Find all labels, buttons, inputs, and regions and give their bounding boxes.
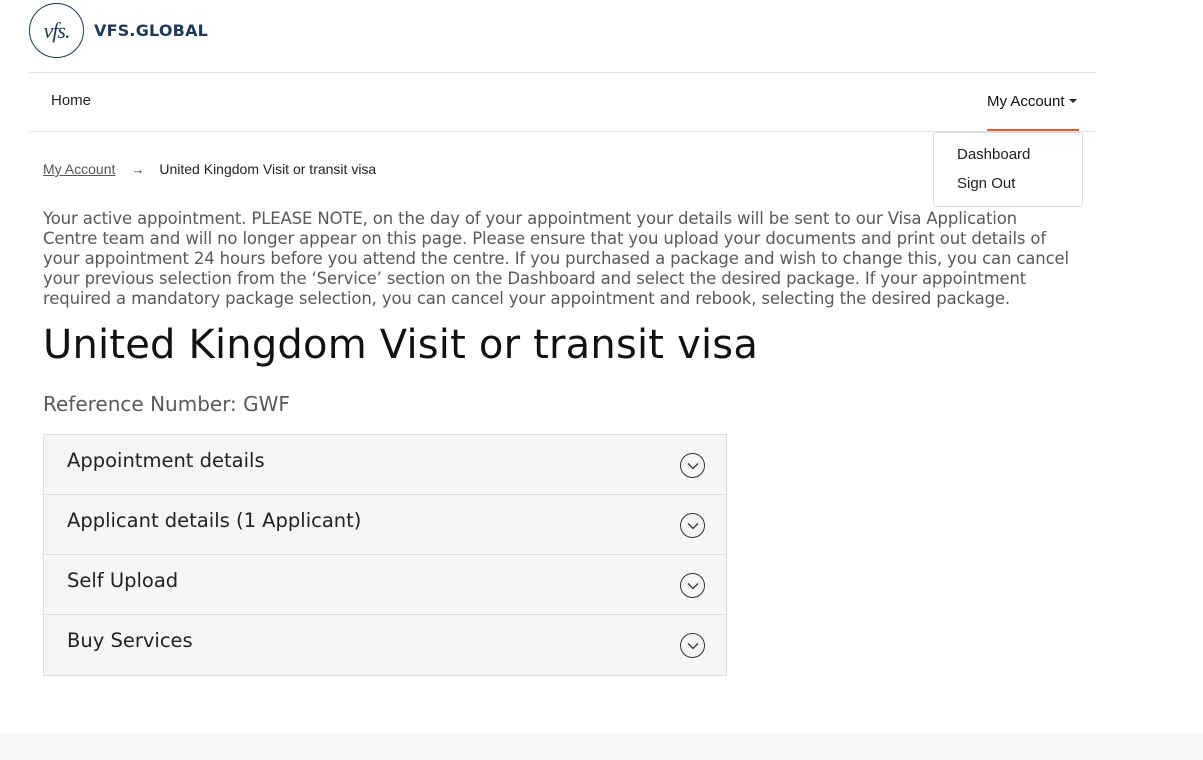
reference-number: Reference Number: GWF	[43, 392, 290, 416]
my-account-dropdown-toggle[interactable]: My Account	[987, 93, 1079, 131]
caret-down-icon	[1068, 99, 1077, 104]
breadcrumb-current: United Kingdom Visit or transit visa	[159, 161, 377, 177]
accordion-appointment-details[interactable]: Appointment details	[44, 435, 726, 495]
arrow-right-icon: →	[131, 161, 145, 177]
accordion-label: Appointment details	[67, 449, 265, 472]
appointment-accordion: Appointment details Applicant details (1…	[43, 434, 727, 676]
accordion-label: Buy Services	[67, 629, 193, 652]
breadcrumb-my-account-link[interactable]: My Account	[43, 161, 115, 177]
account-dropdown-menu: Dashboard Sign Out	[933, 132, 1083, 207]
accordion-label: Applicant details (1 Applicant)	[67, 509, 362, 532]
chevron-down-circle-icon[interactable]	[680, 513, 705, 538]
my-account-label: My Account	[987, 93, 1065, 110]
accordion-label: Self Upload	[67, 569, 179, 592]
chevron-down-circle-icon[interactable]	[680, 573, 705, 598]
dropdown-item-sign-out[interactable]: Sign Out	[934, 175, 1082, 204]
main-navbar: Home My Account	[29, 73, 1097, 132]
chevron-down-circle-icon[interactable]	[680, 453, 705, 478]
accordion-buy-services[interactable]: Buy Services	[44, 615, 726, 675]
site-header: vfs. VFS.GLOBAL	[29, 0, 1097, 73]
page-title: United Kingdom Visit or transit visa	[43, 322, 759, 368]
appointment-notice: Your active appointment. PLEASE NOTE, on…	[43, 209, 1069, 308]
accordion-applicant-details[interactable]: Applicant details (1 Applicant)	[44, 495, 726, 555]
footer-band	[0, 733, 1203, 760]
nav-home-link[interactable]: Home	[51, 92, 91, 109]
vfs-logo-mark: vfs.	[29, 3, 84, 58]
accordion-self-upload[interactable]: Self Upload	[44, 555, 726, 615]
vfs-logo-text: VFS.GLOBAL	[94, 21, 209, 40]
breadcrumb: My Account → United Kingdom Visit or tra…	[43, 161, 376, 177]
chevron-down-circle-icon[interactable]	[680, 633, 705, 658]
dropdown-item-dashboard[interactable]: Dashboard	[934, 146, 1082, 175]
vfs-logo[interactable]: vfs. VFS.GLOBAL	[29, 3, 208, 58]
